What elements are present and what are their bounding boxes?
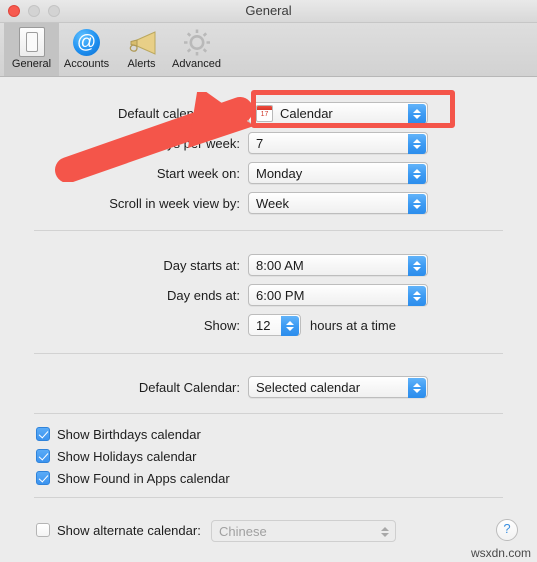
default-calendar-app-value: Calendar bbox=[280, 105, 333, 121]
divider-1 bbox=[34, 230, 503, 231]
tab-accounts[interactable]: @ Accounts bbox=[59, 23, 114, 76]
day-ends-at-select[interactable]: 6:00 PM bbox=[248, 284, 428, 306]
row-default-calendar-app: Default calendar app: 17 Calendar bbox=[118, 102, 428, 124]
show-hours-label: Show: bbox=[203, 317, 240, 333]
checkbox-show-alternate-calendar[interactable]: Show alternate calendar: bbox=[36, 521, 201, 539]
chevron-updown-icon[interactable] bbox=[281, 316, 299, 336]
start-week-on-select[interactable]: Monday bbox=[248, 162, 428, 184]
days-per-week-label: Days per week: bbox=[150, 135, 240, 151]
show-alternate-calendar-label: Show alternate calendar: bbox=[57, 522, 201, 538]
checkmark-icon[interactable] bbox=[36, 471, 50, 485]
tab-alerts[interactable]: Alerts bbox=[114, 23, 169, 76]
preferences-window: General General @ Accounts Alerts Advanc… bbox=[0, 0, 537, 562]
default-calendar-value: Selected calendar bbox=[256, 379, 361, 395]
row-day-starts-at: Day starts at: 8:00 AM bbox=[140, 254, 428, 276]
chevron-updown-icon[interactable] bbox=[408, 286, 426, 306]
general-preferences-pane: Default calendar app: 17 Calendar Days p… bbox=[0, 77, 537, 562]
checkbox-show-found-in-apps-label: Show Found in Apps calendar bbox=[57, 470, 230, 486]
checkbox-icon[interactable] bbox=[36, 523, 50, 537]
days-per-week-value: 7 bbox=[256, 135, 264, 151]
calendar-app-icon-day: 17 bbox=[260, 110, 269, 118]
checkbox-show-birthdays-label: Show Birthdays calendar bbox=[57, 426, 201, 442]
chevron-updown-icon[interactable] bbox=[376, 522, 394, 542]
alternate-calendar-select[interactable]: Chinese bbox=[211, 520, 396, 542]
row-start-week-on: Start week on: Monday bbox=[118, 162, 428, 184]
chevron-updown-icon[interactable] bbox=[408, 164, 426, 184]
default-calendar-app-label: Default calendar app: bbox=[118, 105, 242, 121]
checkbox-show-holidays-label: Show Holidays calendar bbox=[57, 448, 197, 464]
scroll-week-view-select[interactable]: Week bbox=[248, 192, 428, 214]
show-hours-suffix: hours at a time bbox=[310, 317, 396, 333]
at-sign-icon: @ bbox=[73, 27, 100, 57]
start-week-on-value: Monday bbox=[256, 165, 303, 181]
tab-accounts-label: Accounts bbox=[63, 58, 110, 70]
row-default-calendar: Default Calendar: Selected calendar bbox=[121, 376, 428, 398]
show-hours-stepper[interactable]: 12 bbox=[248, 314, 301, 336]
window-title: General bbox=[245, 3, 292, 18]
scroll-week-view-label: Scroll in week view by: bbox=[109, 195, 240, 211]
divider-4 bbox=[34, 497, 503, 498]
calendar-app-icon: 17 bbox=[256, 104, 273, 122]
divider-3 bbox=[34, 413, 503, 414]
help-button[interactable]: ? bbox=[496, 519, 518, 541]
title-bar: General bbox=[0, 0, 537, 23]
day-starts-at-value: 8:00 AM bbox=[256, 257, 304, 273]
preferences-toolbar: General @ Accounts Alerts Advanced bbox=[0, 23, 537, 77]
day-ends-at-value: 6:00 PM bbox=[256, 287, 305, 303]
chevron-updown-icon[interactable] bbox=[408, 104, 426, 124]
row-scroll-week-view: Scroll in week view by: Week bbox=[102, 192, 428, 214]
chevron-updown-icon[interactable] bbox=[408, 378, 426, 398]
chevron-updown-icon[interactable] bbox=[408, 256, 426, 276]
tab-advanced[interactable]: Advanced bbox=[169, 23, 224, 76]
tab-general[interactable]: General bbox=[4, 23, 59, 76]
watermark: wsxdn.com bbox=[470, 546, 531, 560]
row-show-hours: Show: 12 hours at a time bbox=[140, 314, 396, 336]
row-days-per-week: Days per week: 7 bbox=[118, 132, 428, 154]
day-ends-at-label: Day ends at: bbox=[167, 287, 240, 303]
tab-advanced-label: Advanced bbox=[172, 58, 221, 70]
days-per-week-select[interactable]: 7 bbox=[248, 132, 428, 154]
show-hours-value: 12 bbox=[256, 317, 271, 333]
divider-2 bbox=[34, 353, 503, 354]
checkmark-icon[interactable] bbox=[36, 449, 50, 463]
gear-icon bbox=[182, 27, 212, 57]
default-calendar-label: Default Calendar: bbox=[138, 379, 240, 395]
default-calendar-app-select[interactable]: 17 Calendar bbox=[248, 102, 428, 124]
checkbox-show-holidays[interactable]: Show Holidays calendar bbox=[36, 447, 196, 465]
chevron-updown-icon[interactable] bbox=[408, 134, 426, 154]
chevron-updown-icon[interactable] bbox=[408, 194, 426, 214]
row-day-ends-at: Day ends at: 6:00 PM bbox=[140, 284, 428, 306]
tab-general-label: General bbox=[11, 58, 52, 70]
start-week-on-label: Start week on: bbox=[156, 165, 240, 181]
alternate-calendar-value: Chinese bbox=[219, 523, 267, 539]
scroll-week-view-value: Week bbox=[256, 195, 289, 211]
checkbox-show-found-in-apps[interactable]: Show Found in Apps calendar bbox=[36, 469, 230, 487]
default-calendar-select[interactable]: Selected calendar bbox=[248, 376, 428, 398]
general-icon bbox=[18, 27, 45, 57]
tab-alerts-label: Alerts bbox=[127, 58, 156, 70]
megaphone-icon bbox=[126, 27, 158, 57]
checkmark-icon[interactable] bbox=[36, 427, 50, 441]
checkbox-show-birthdays[interactable]: Show Birthdays calendar bbox=[36, 425, 201, 443]
day-starts-at-select[interactable]: 8:00 AM bbox=[248, 254, 428, 276]
day-starts-at-label: Day starts at: bbox=[163, 257, 240, 273]
